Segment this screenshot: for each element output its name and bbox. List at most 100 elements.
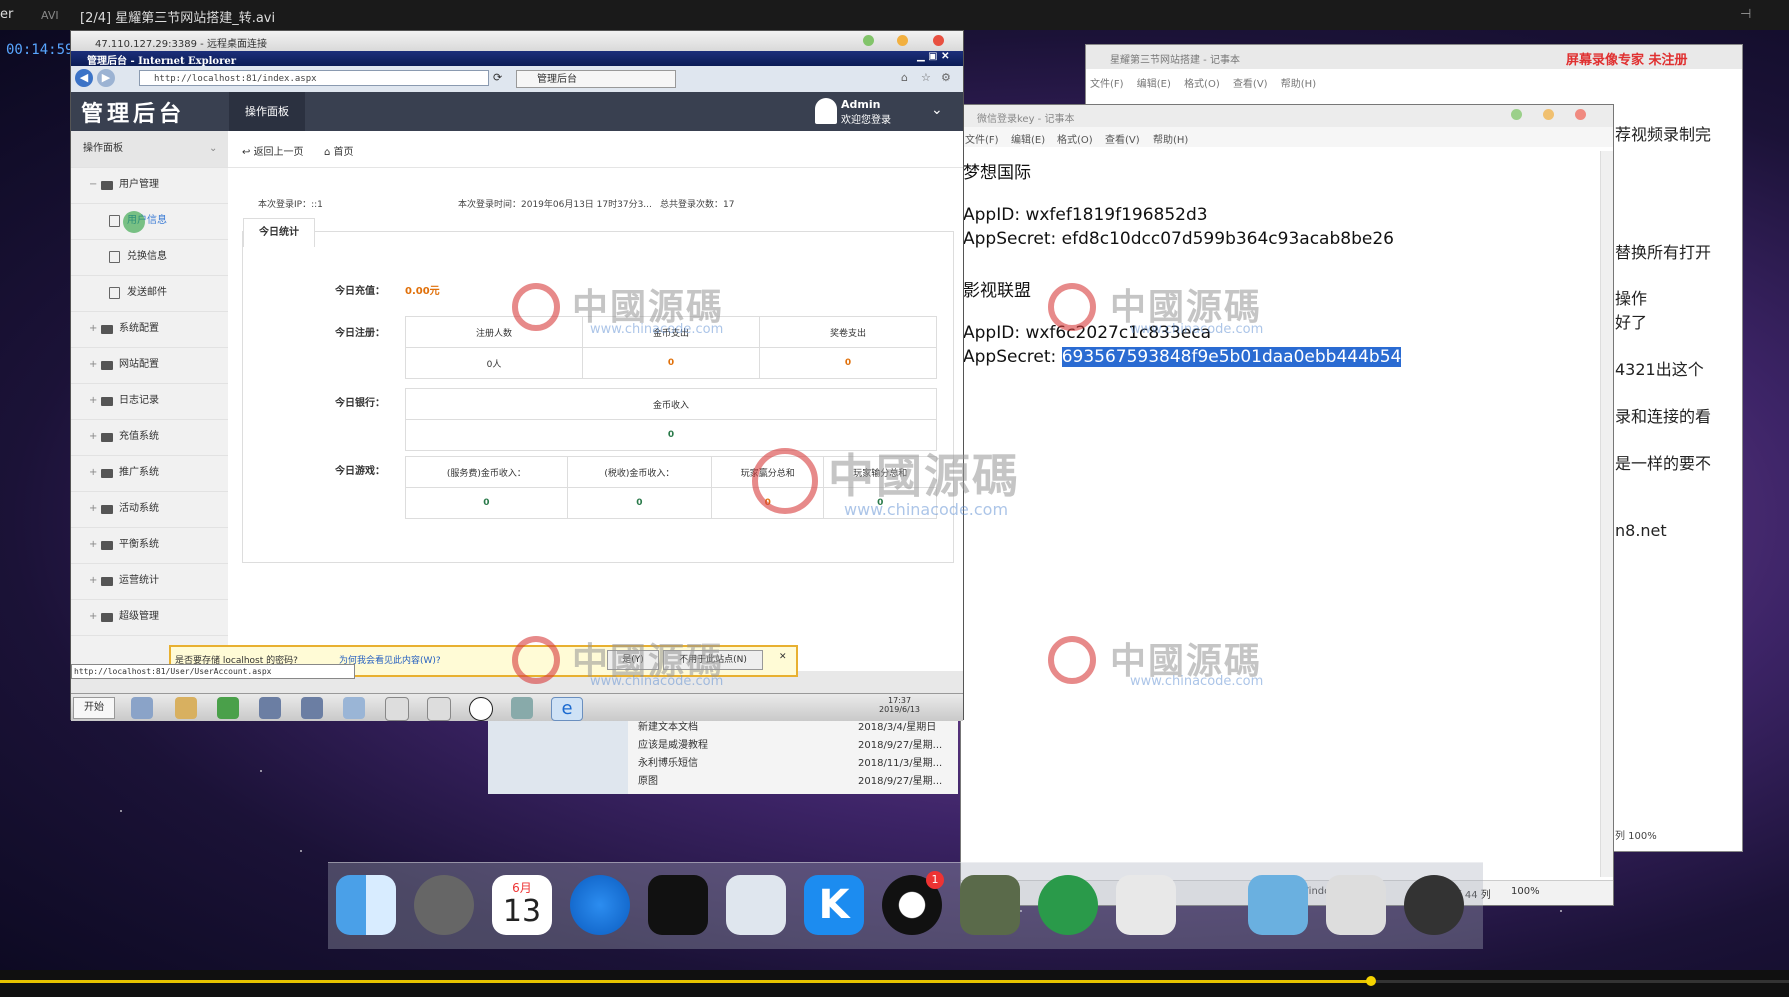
np-back-menu-format[interactable]: 格式(O) [1184, 79, 1220, 90]
remote-taskbar: 开始 e 17:37 2019/6/13 [71, 693, 963, 721]
app-icon[interactable] [960, 875, 1020, 935]
favorites-icon[interactable]: ☆ [921, 71, 931, 84]
sidebar-item-system[interactable]: + 系统配置 [71, 311, 228, 348]
trash-icon[interactable] [1404, 875, 1464, 935]
tab-today-stats[interactable]: 今日统计 [243, 218, 315, 247]
refresh-icon[interactable]: ⟳ [493, 71, 502, 84]
seek-handle[interactable] [1366, 976, 1376, 986]
player-top-bar: er AVI [2/4] 星耀第三节网站搭建_转.avi ⊣ [0, 0, 1789, 30]
sidebar-item-events[interactable]: + 活动系统 [71, 491, 228, 528]
k-app-icon[interactable]: K [804, 875, 864, 935]
player-menu[interactable]: er [0, 7, 13, 22]
np-back-menu-help[interactable]: 帮助(H) [1281, 79, 1316, 90]
np-back-menu-edit[interactable]: 编辑(E) [1137, 79, 1171, 90]
scrollbar[interactable] [1600, 151, 1613, 877]
watermark-url: www.chinacode.com [590, 674, 724, 689]
menu-file[interactable]: 文件(F) [965, 131, 999, 146]
back-link[interactable]: ↩ 返回上一页 [242, 143, 304, 158]
menu-edit[interactable]: 编辑(E) [1011, 131, 1045, 146]
tools-icon[interactable] [175, 697, 197, 719]
clock: 17:37 2019/6/13 [879, 696, 921, 714]
sidebar-item-ops[interactable]: + 运营统计 [71, 563, 228, 600]
minimize-icon[interactable] [1543, 109, 1554, 120]
window-controls-icon[interactable]: ▁ ▣ ✕ [917, 51, 949, 62]
notepad-front-menu: 文件(F) 编辑(E) 格式(O) 查看(V) 帮助(H) [961, 127, 1613, 147]
window-icon[interactable] [427, 697, 451, 721]
sidebar-header[interactable]: 操作面板 ⌄ [71, 131, 228, 168]
calendar-icon[interactable]: 6月 13 [492, 875, 552, 935]
home-link[interactable]: ⌂ 首页 [324, 143, 354, 158]
back-line: 操作 [1615, 289, 1648, 308]
network-icon[interactable] [343, 697, 365, 719]
sidebar-item-send-mail[interactable]: 发送邮件 [71, 275, 228, 312]
ie-tab[interactable]: 管理后台 [516, 70, 676, 88]
finder-icon[interactable] [336, 875, 396, 935]
maximize-icon[interactable] [1511, 109, 1522, 120]
nav-dashboard[interactable]: 操作面板 [229, 92, 305, 131]
np-back-menu-view[interactable]: 查看(V) [1233, 79, 1268, 90]
sidebar-item-site[interactable]: + 网站配置 [71, 347, 228, 384]
app-icon[interactable] [301, 697, 323, 719]
video-title: [2/4] 星耀第三节网站搭建_转.avi [80, 11, 276, 26]
folder-icon[interactable] [1248, 875, 1308, 935]
url-input[interactable]: http://localhost:81/index.aspx [139, 70, 489, 86]
selected-text[interactable]: 693567593848f9e5b01daa0ebb444b54 [1061, 347, 1402, 367]
back-icon[interactable]: ◀ [75, 69, 93, 87]
safari-icon[interactable] [570, 875, 630, 935]
login-time: 本次登录时间：2019年06月13日 17时37分3... [458, 200, 652, 210]
sidebar-item-user-info[interactable]: 用户信息 [71, 203, 228, 240]
np-back-menu-file[interactable]: 文件(F) [1090, 79, 1124, 90]
app-icon[interactable] [259, 697, 281, 719]
recorder-tag: 屏幕录像专家 未注册 [1566, 53, 1688, 68]
minimize-icon[interactable] [897, 35, 908, 46]
menu-view[interactable]: 查看(V) [1105, 131, 1140, 146]
file-row[interactable]: 永利博乐短信 2018/11/3/星期... [638, 754, 953, 769]
menu-format[interactable]: 格式(O) [1057, 131, 1093, 146]
sidebar-item-exchange[interactable]: 兑换信息 [71, 239, 228, 276]
chevron-down-icon[interactable]: ⌄ [931, 102, 943, 118]
folder-icon [101, 361, 113, 370]
start-button[interactable]: 开始 [73, 697, 115, 719]
sidebar-item-recharge[interactable]: + 充值系统 [71, 419, 228, 456]
ie-icon[interactable]: e [551, 697, 583, 721]
sidebar-item-promo[interactable]: + 推广系统 [71, 455, 228, 492]
sidebar-item-balance[interactable]: + 平衡系统 [71, 527, 228, 564]
file-row[interactable]: 原图 2018/9/27/星期... [638, 772, 953, 787]
qq-badge: 1 [926, 871, 944, 889]
notepad-back-titlebar: 星耀第三节网站搭建 - 记事本 屏幕录像专家 未注册 [1086, 45, 1742, 69]
app-icon[interactable] [1326, 875, 1386, 935]
avatar [815, 98, 837, 124]
app-icon[interactable] [217, 697, 239, 719]
maximize-icon[interactable] [863, 35, 874, 46]
close-icon[interactable] [933, 35, 944, 46]
notepad-front-titlebar: 微信登录key - 记事本 [961, 105, 1613, 127]
widgets-icon[interactable] [648, 875, 708, 935]
file-row[interactable]: 应该是威漫教程 2018/9/27/星期... [638, 736, 953, 751]
app-icon[interactable] [511, 697, 533, 719]
sidebar-item-user-mgmt[interactable]: − 用户管理 [71, 167, 228, 204]
activity-monitor-icon[interactable] [726, 875, 786, 935]
sidebar-item-logs[interactable]: + 日志记录 [71, 383, 228, 420]
qq-icon[interactable]: 1 [882, 871, 944, 935]
admin-user[interactable]: Admin 欢迎您登录 [841, 98, 891, 126]
ball-icon[interactable] [469, 697, 493, 721]
explorer-window[interactable]: 新建文本文档 2018/3/4/星期日 应该是威漫教程 2018/9/27/星期..… [488, 718, 958, 794]
register-label: 今日注册： [335, 328, 385, 339]
close-icon[interactable] [1575, 109, 1586, 120]
forward-icon[interactable]: ▶ [97, 69, 115, 87]
notepad-front-window[interactable]: 微信登录key - 记事本 文件(F) 编辑(E) 格式(O) 查看(V) 帮助… [960, 104, 1614, 906]
notepad-text-area[interactable]: 梦想国际 AppID: wxfef1819f196852d3 AppSecret… [963, 150, 1593, 840]
document-icon[interactable] [1116, 875, 1176, 935]
pin-icon[interactable]: ⊣ [1740, 7, 1751, 22]
home-icon[interactable]: ⌂ [901, 71, 908, 84]
app-icon[interactable] [1038, 875, 1098, 935]
remote-desktop-window[interactable]: 47.110.127.29:3389 - 远程桌面连接 管理后台 - Inter… [70, 30, 964, 721]
settings-icon[interactable]: ⚙ [941, 71, 951, 84]
launchpad-icon[interactable] [414, 875, 474, 935]
close-icon[interactable]: ✕ [779, 652, 787, 662]
sidebar-item-super[interactable]: + 超级管理 [71, 599, 228, 636]
admin-header: 管理后台 操作面板 Admin 欢迎您登录 ⌄ [71, 92, 963, 131]
menu-help[interactable]: 帮助(H) [1153, 131, 1188, 146]
computer-icon[interactable] [131, 697, 153, 719]
window-icon[interactable] [385, 697, 409, 721]
